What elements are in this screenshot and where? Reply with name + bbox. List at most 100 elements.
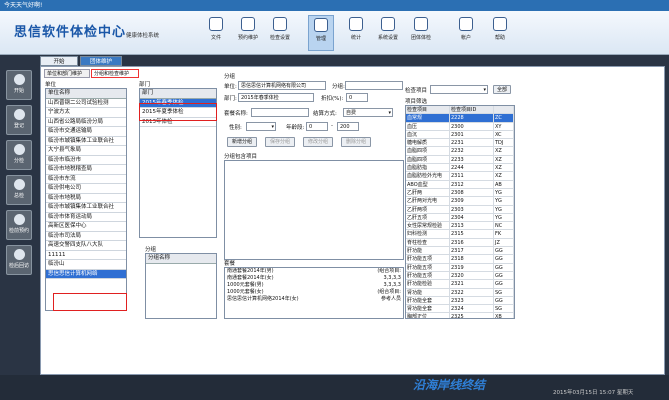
- nav-item-0[interactable]: 开始: [6, 70, 32, 100]
- subtab-group-check[interactable]: 分组和检查维护: [91, 69, 139, 78]
- package-item[interactable]: 1000元套餐(男) 3,3,3,3: [225, 282, 403, 289]
- toolbar-help-button[interactable]: 帮助: [487, 17, 513, 41]
- check-item-row[interactable]: 血脂肪指 2244 XZ: [406, 164, 514, 173]
- package-name-input[interactable]: [251, 108, 309, 117]
- settle-select[interactable]: 自费 ▾: [343, 108, 393, 117]
- check-item-row[interactable]: 乙肝五项 2304 YG: [406, 213, 514, 223]
- check-item-name: 血脂肪指: [406, 164, 450, 172]
- check-item-row[interactable]: 肝功能 2317 GG: [406, 247, 514, 256]
- toolbar-label: 统计: [350, 35, 361, 41]
- add-group-button[interactable]: 新增分组: [227, 137, 257, 147]
- unit-list[interactable]: 单位名称 山西晋钢二公司试验检测 宁波方太 山西省公路局临汾分局 临汾市交通运输局 临汾…: [45, 88, 127, 311]
- check-item-row[interactable]: 肾功能全套 2324 SG: [406, 305, 514, 314]
- toolbar-group-button[interactable]: 团体体检: [408, 17, 434, 41]
- subtab-unit-dept[interactable]: 单位和部门维护: [44, 69, 90, 78]
- check-item-row[interactable]: 脊柱检查 2316 JZ: [406, 238, 514, 248]
- unit-list-item[interactable]: 11111: [46, 251, 126, 260]
- package-item[interactable]: 南通套餐2014年(男) (组合项目:: [225, 268, 403, 275]
- check-item-row[interactable]: 肝功能全套 2323 GG: [406, 296, 514, 306]
- unit-list-item[interactable]: 临汾市交通运输局: [46, 127, 126, 137]
- check-item-row[interactable]: 女性尿常规检验 2313 NC: [406, 222, 514, 231]
- unit-list-item[interactable]: 山西晋钢二公司试验检测: [46, 99, 126, 108]
- check-item-row[interactable]: 肝功能五项 2320 GG: [406, 271, 514, 281]
- package-list[interactable]: 南通套餐2014年(男) (组合项目: 南通套餐2014年(女) 3,3,3,3 100…: [224, 267, 404, 319]
- unit-list-item[interactable]: 临汾市地税稽查局: [46, 165, 126, 175]
- package-item[interactable]: 思信思信计算机网络2014年(女) 参考人员: [225, 296, 403, 303]
- nav-item-5[interactable]: 检后回访: [6, 245, 32, 275]
- toolbar-settings-button[interactable]: 检查设置: [267, 17, 293, 41]
- check-item-row[interactable]: 妇科检测 2315 FK: [406, 230, 514, 239]
- check-item-name: 肝功能: [406, 247, 450, 255]
- toolbar-calendar-button[interactable]: 预约维护: [235, 17, 261, 41]
- check-item-row[interactable]: 乙肝两对光电 2309 YG: [406, 197, 514, 206]
- check-item-name: 血脂四项: [406, 147, 450, 155]
- unit-list-item[interactable]: 临汾山: [46, 260, 126, 270]
- edit-group-button[interactable]: 修改分组: [303, 137, 333, 147]
- gender-select[interactable]: ▾: [246, 122, 276, 131]
- unit-list-item[interactable]: 临汾市体育运动局: [46, 213, 126, 222]
- toolbar-file-button[interactable]: 文件: [203, 17, 229, 41]
- check-item-row[interactable]: ABO血型 2312 AB: [406, 180, 514, 189]
- package-note: (组合项目:: [377, 289, 401, 295]
- unit-list-item[interactable]: 临汾市临汾市: [46, 156, 126, 165]
- check-items-select[interactable]: ▾: [430, 85, 488, 94]
- check-item-row[interactable]: 血脂肪检外光电 2311 XZ: [406, 172, 514, 181]
- unit-list-item[interactable]: 临汾市司法局: [46, 232, 126, 241]
- check-item-row[interactable]: 乙肝两 2308 YG: [406, 188, 514, 198]
- tab-start[interactable]: 开始: [40, 56, 78, 66]
- group-items-label: 分组包含项目: [224, 154, 258, 160]
- unit-list-item[interactable]: 临汾供电公司: [46, 184, 126, 194]
- unit-list-item[interactable]: 临汾市城镇集体工业联合社: [46, 137, 126, 146]
- delete-group-button[interactable]: 删除分组: [341, 137, 371, 147]
- unit-list-item[interactable]: 思信思信计算机网络: [46, 269, 126, 279]
- check-items-table[interactable]: 检查项目 检查项目ID 血常规 2228 ZC 血压 2300 XY 血沉 2301 XC 糖电解…: [405, 105, 515, 319]
- nav-item-1[interactable]: 登记: [6, 105, 32, 135]
- tab-group-maintenance[interactable]: 团体维护: [80, 56, 122, 66]
- nav-item-2[interactable]: 分检: [6, 140, 32, 170]
- check-item-row[interactable]: 血压 2300 XY: [406, 122, 514, 131]
- toolbar-dashboard-button[interactable]: 管理: [308, 15, 334, 51]
- unit-list-item[interactable]: 山西省公路局临汾分局: [46, 118, 126, 127]
- group-items-list[interactable]: [224, 160, 404, 260]
- unit-list-item[interactable]: 大宁县气象局: [46, 146, 126, 156]
- group-list[interactable]: 分组名称: [145, 253, 217, 319]
- package-item[interactable]: 南通套餐2014年(女) 3,3,3,3: [225, 275, 403, 282]
- check-item-row[interactable]: 肾功能 2322 SG: [406, 288, 514, 297]
- check-item-code: GG: [494, 271, 514, 280]
- check-item-row[interactable]: 肝功能检验 2321 GG: [406, 280, 514, 289]
- unit-list-item[interactable]: 高速交警四支队八大队: [46, 241, 126, 251]
- toolbar-chart-button[interactable]: 统计: [343, 17, 369, 41]
- check-item-row[interactable]: 肝功能五项 2319 GG: [406, 263, 514, 272]
- left-nav: 开始登记分检总检检前预约检后回访: [0, 70, 38, 400]
- unit-list-item[interactable]: 临汾市城镇集体工业联合社: [46, 203, 126, 213]
- check-item-id: 2322: [450, 288, 494, 296]
- unit-list-item[interactable]: 临汾市东流: [46, 175, 126, 184]
- unit-list-item[interactable]: 临汾市地税局: [46, 194, 126, 203]
- group-dept-field[interactable]: 2015年春季体检: [238, 93, 314, 102]
- check-item-row[interactable]: 血常规 2228 ZC: [406, 114, 514, 123]
- check-item-row[interactable]: 血脂四项 2232 XZ: [406, 147, 514, 156]
- nav-item-3[interactable]: 总检: [6, 175, 32, 205]
- check-item-row[interactable]: 血沉 2301 XC: [406, 130, 514, 140]
- discount-input[interactable]: 0: [346, 93, 368, 102]
- group-name-input[interactable]: [345, 81, 403, 90]
- check-item-name: 胸部正位: [406, 313, 450, 318]
- toolbar-user-button[interactable]: 帐户: [453, 17, 479, 41]
- nav-item-4[interactable]: 检前预约: [6, 210, 32, 240]
- group-unit-field[interactable]: 思信思信计算机网络有限公司: [238, 81, 326, 90]
- check-item-id: 2318: [450, 255, 494, 263]
- package-item[interactable]: 1000元套餐(女) (组合项目:: [225, 289, 403, 296]
- check-item-row[interactable]: 肝功能五项 2318 GG: [406, 255, 514, 264]
- check-item-row[interactable]: 胸部正位 2325 XB: [406, 313, 514, 318]
- unit-list-item[interactable]: 宁波方太: [46, 108, 126, 118]
- age-from-input[interactable]: 0: [306, 122, 328, 131]
- check-items-all-button[interactable]: 全部: [493, 85, 511, 94]
- age-to-input[interactable]: 200: [337, 122, 359, 131]
- unit-list-item[interactable]: 高新区医保中心: [46, 222, 126, 232]
- save-group-button[interactable]: 保存分组: [265, 137, 295, 147]
- check-item-row[interactable]: 糖电解质 2231 TDJ: [406, 139, 514, 148]
- check-item-row[interactable]: 血脂四项 2233 XZ: [406, 155, 514, 165]
- check-item-id: 2325: [450, 313, 494, 318]
- toolbar-gear-button[interactable]: 系统设置: [375, 17, 401, 41]
- check-item-row[interactable]: 乙肝两项 2303 YG: [406, 205, 514, 214]
